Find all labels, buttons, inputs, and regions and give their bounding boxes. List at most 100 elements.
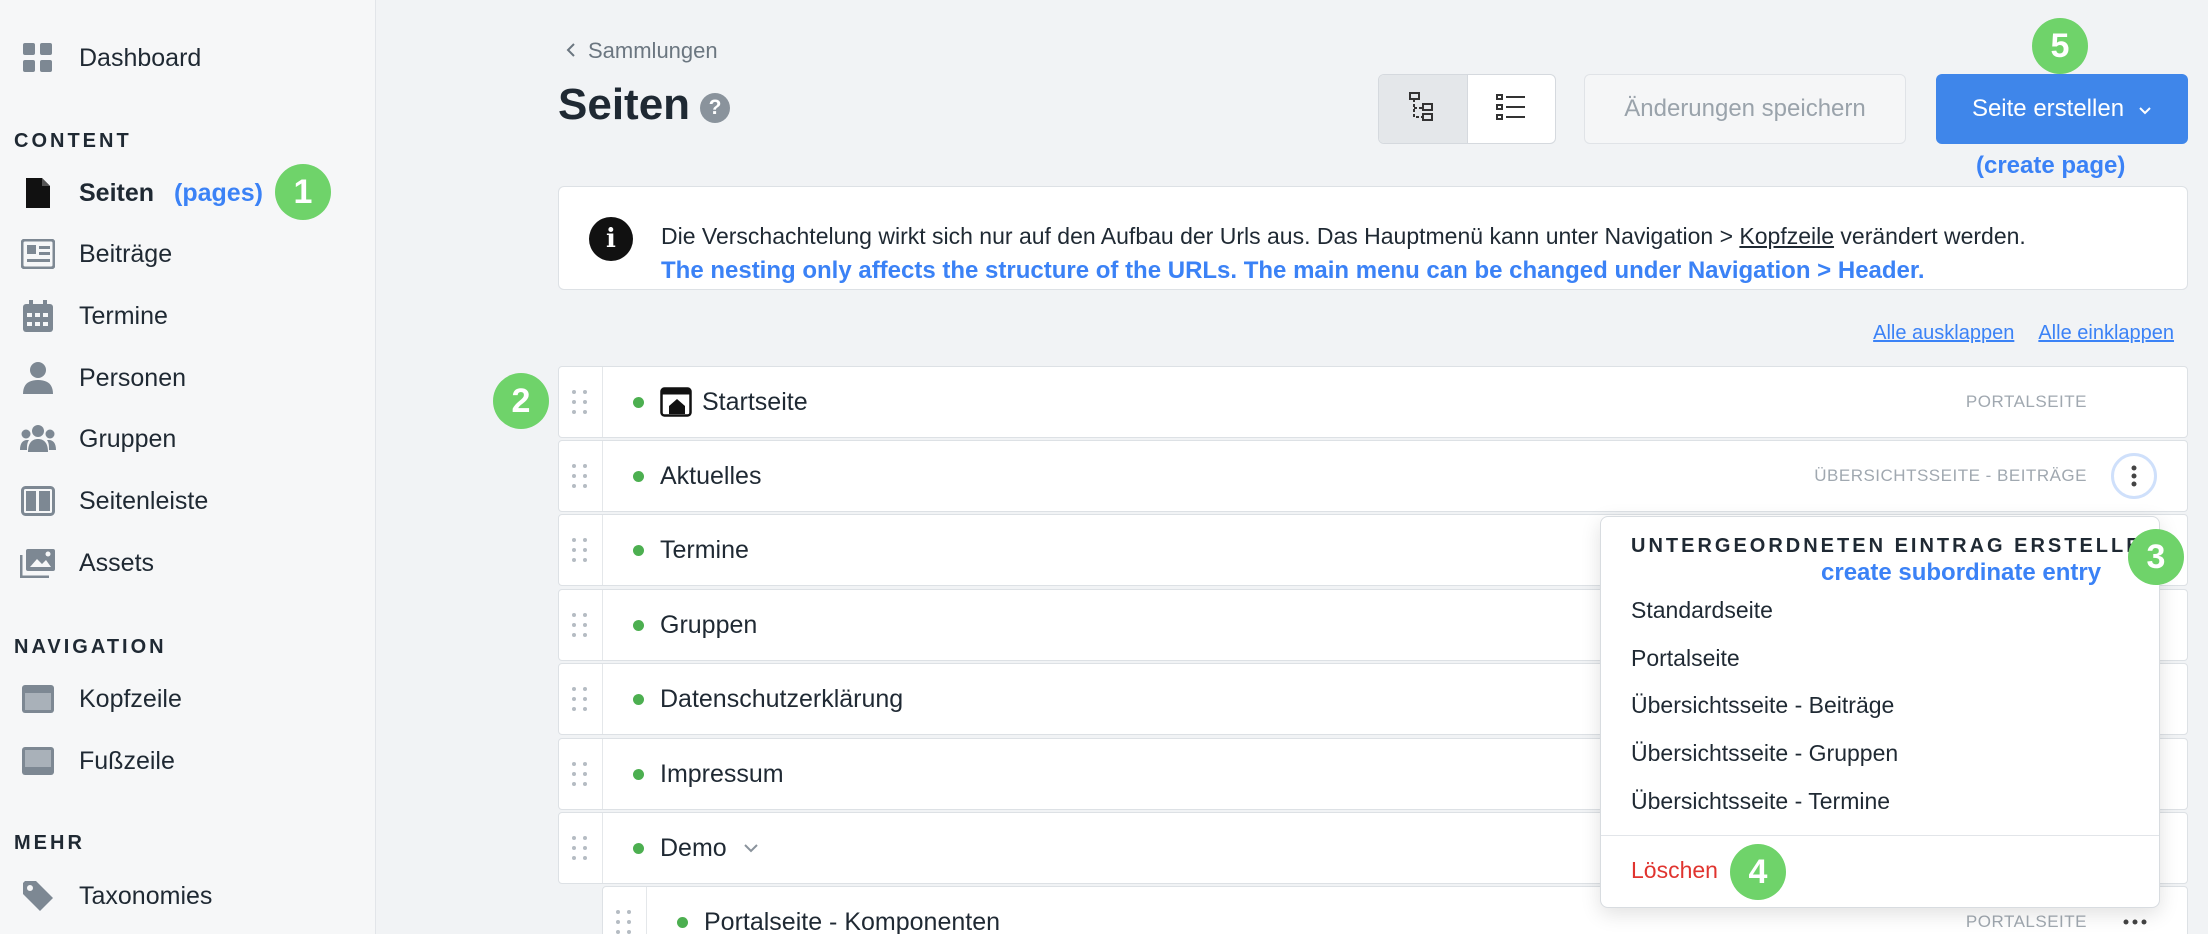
status-dot bbox=[633, 842, 644, 854]
page-title: Seiten ? bbox=[558, 80, 731, 130]
sidebar-item-seitenleiste[interactable]: Seitenleiste bbox=[20, 481, 208, 521]
page-icon bbox=[20, 175, 56, 211]
status-dot bbox=[633, 768, 644, 780]
drag-handle[interactable] bbox=[559, 813, 603, 883]
row-title: Impressum bbox=[660, 759, 784, 788]
person-icon bbox=[20, 360, 56, 396]
dropdown-option-uebersicht-gruppen[interactable]: Übersichtsseite - Gruppen bbox=[1631, 740, 1898, 767]
sidebar-item-label: Termine bbox=[79, 301, 168, 330]
info-text-before: Die Verschachtelung wirkt sich nur auf d… bbox=[661, 223, 1740, 249]
step-badge-1: 1 bbox=[275, 164, 331, 220]
create-page-label: Seite erstellen bbox=[1971, 95, 2125, 122]
info-annotation: The nesting only affects the structure o… bbox=[661, 257, 1925, 284]
dropdown-option-delete[interactable]: Löschen bbox=[1631, 857, 1718, 884]
info-text-after: verändert werden. bbox=[1834, 223, 2026, 249]
sidebar-item-dashboard[interactable]: Dashboard bbox=[20, 38, 201, 78]
section-title-content: CONTENT bbox=[14, 130, 132, 152]
save-changes-button[interactable]: Änderungen speichern bbox=[1584, 74, 1906, 144]
header-layout-icon bbox=[20, 681, 56, 717]
dropdown-option-standardseite[interactable]: Standardseite bbox=[1631, 597, 1773, 624]
sidebar-item-label: Seitenleiste bbox=[79, 486, 209, 515]
chevron-left-icon bbox=[566, 38, 576, 64]
more-horizontal-icon[interactable] bbox=[2123, 919, 2147, 925]
step-badge-5: 5 bbox=[2032, 18, 2088, 74]
row-title: Datenschutzerklärung bbox=[660, 684, 904, 713]
more-options-button[interactable] bbox=[2111, 453, 2157, 499]
chevron-down-icon[interactable] bbox=[743, 843, 759, 853]
sidebar-item-label: Beiträge bbox=[79, 239, 173, 268]
help-icon[interactable]: ? bbox=[700, 93, 731, 123]
sidebar-item-termine[interactable]: Termine bbox=[20, 296, 168, 336]
view-toggle bbox=[1378, 74, 1556, 144]
sidebar-item-assets[interactable]: Assets bbox=[20, 543, 154, 583]
group-icon bbox=[20, 421, 56, 457]
calendar-icon bbox=[20, 298, 56, 334]
sidebar-item-taxonomies[interactable]: Taxonomies bbox=[20, 876, 212, 916]
status-dot bbox=[633, 544, 644, 556]
chevron-down-icon bbox=[2138, 95, 2152, 123]
sidebar-item-label: Personen bbox=[79, 363, 187, 392]
expand-all-link[interactable]: Alle ausklappen bbox=[1873, 322, 2014, 345]
sidebar-item-seiten[interactable]: Seiten (pages) bbox=[20, 173, 263, 213]
status-dot bbox=[633, 470, 644, 482]
status-dot bbox=[633, 619, 644, 631]
drag-handle[interactable] bbox=[559, 590, 603, 660]
step-badge-3: 3 bbox=[2128, 529, 2184, 585]
sidebar-item-label: Seiten bbox=[79, 178, 155, 207]
tree-row[interactable]: Aktuelles ÜBERSICHTSSEITE - BEITRÄGE bbox=[558, 440, 2188, 512]
list-view-button[interactable] bbox=[1468, 75, 1556, 143]
info-text: Die Verschachtelung wirkt sich nur auf d… bbox=[661, 223, 2026, 250]
dropdown-heading-annotation: create subordinate entry bbox=[1821, 559, 2102, 586]
row-title: Startseite bbox=[702, 387, 808, 416]
tag-icon bbox=[20, 878, 56, 914]
pages-annotation: (pages) bbox=[174, 178, 263, 207]
sidebar-item-label: Taxonomies bbox=[79, 881, 213, 910]
sidebar-item-fusszeile[interactable]: Fußzeile bbox=[20, 741, 175, 781]
breadcrumb[interactable]: Sammlungen bbox=[566, 38, 718, 64]
sidebar-item-label: Gruppen bbox=[79, 424, 177, 453]
sidebar-item-gruppen[interactable]: Gruppen bbox=[20, 419, 176, 459]
dropdown-option-portalseite[interactable]: Portalseite bbox=[1631, 645, 1740, 672]
page-title-text: Seiten bbox=[558, 80, 691, 129]
sidebar-item-personen[interactable]: Personen bbox=[20, 358, 186, 398]
drag-handle[interactable] bbox=[559, 739, 603, 809]
sidebar-item-label: Dashboard bbox=[79, 43, 202, 72]
row-title: Gruppen bbox=[660, 610, 758, 639]
drag-handle[interactable] bbox=[559, 367, 603, 437]
row-title: Portalseite - Komponenten bbox=[704, 907, 1001, 934]
tree-row[interactable]: Startseite PORTALSEITE bbox=[558, 366, 2188, 438]
tree-view-icon bbox=[1408, 91, 1438, 128]
sidebar: Dashboard CONTENT Seiten (pages) 1 Beitr… bbox=[0, 0, 376, 934]
drag-handle[interactable] bbox=[559, 664, 603, 734]
sidebar-layout-icon bbox=[20, 483, 56, 519]
collapse-all-link[interactable]: Alle einklappen bbox=[2038, 322, 2174, 345]
sidebar-item-label: Fußzeile bbox=[79, 746, 175, 775]
row-title: Aktuelles bbox=[660, 461, 762, 490]
section-title-navigation: NAVIGATION bbox=[14, 636, 167, 658]
row-type: PORTALSEITE bbox=[1965, 912, 2087, 931]
kopfzeile-link[interactable]: Kopfzeile bbox=[1739, 223, 1834, 249]
sidebar-item-beitraege[interactable]: Beiträge bbox=[20, 234, 172, 274]
expand-collapse-links: Alle ausklappen Alle einklappen bbox=[1873, 322, 2174, 345]
create-page-button[interactable]: Seite erstellen bbox=[1936, 74, 2188, 144]
row-type: PORTALSEITE bbox=[1965, 392, 2087, 411]
dropdown-divider bbox=[1601, 835, 2159, 836]
step-badge-4: 4 bbox=[1730, 844, 1786, 900]
footer-layout-icon bbox=[20, 743, 56, 779]
dropdown-option-uebersicht-termine[interactable]: Übersichtsseite - Termine bbox=[1631, 788, 1890, 815]
drag-handle[interactable] bbox=[559, 515, 603, 585]
row-actions-dropdown: UNTERGEORDNETEN EINTRAG ERSTELLEN create… bbox=[1600, 516, 2160, 908]
sidebar-item-label: Kopfzeile bbox=[79, 684, 182, 713]
drag-handle[interactable] bbox=[559, 441, 603, 511]
dashboard-icon bbox=[20, 40, 56, 76]
newspaper-icon bbox=[20, 236, 56, 272]
step-badge-2: 2 bbox=[493, 373, 549, 429]
status-dot bbox=[677, 916, 688, 928]
dropdown-option-uebersicht-beitraege[interactable]: Übersichtsseite - Beiträge bbox=[1631, 692, 1894, 719]
create-page-annotation: (create page) bbox=[1976, 152, 2126, 179]
section-title-more: MEHR bbox=[14, 832, 85, 854]
sidebar-item-kopfzeile[interactable]: Kopfzeile bbox=[20, 679, 182, 719]
info-box: i Die Verschachtelung wirkt sich nur auf… bbox=[558, 186, 2188, 290]
drag-handle[interactable] bbox=[603, 887, 647, 934]
tree-view-button[interactable] bbox=[1379, 75, 1468, 143]
